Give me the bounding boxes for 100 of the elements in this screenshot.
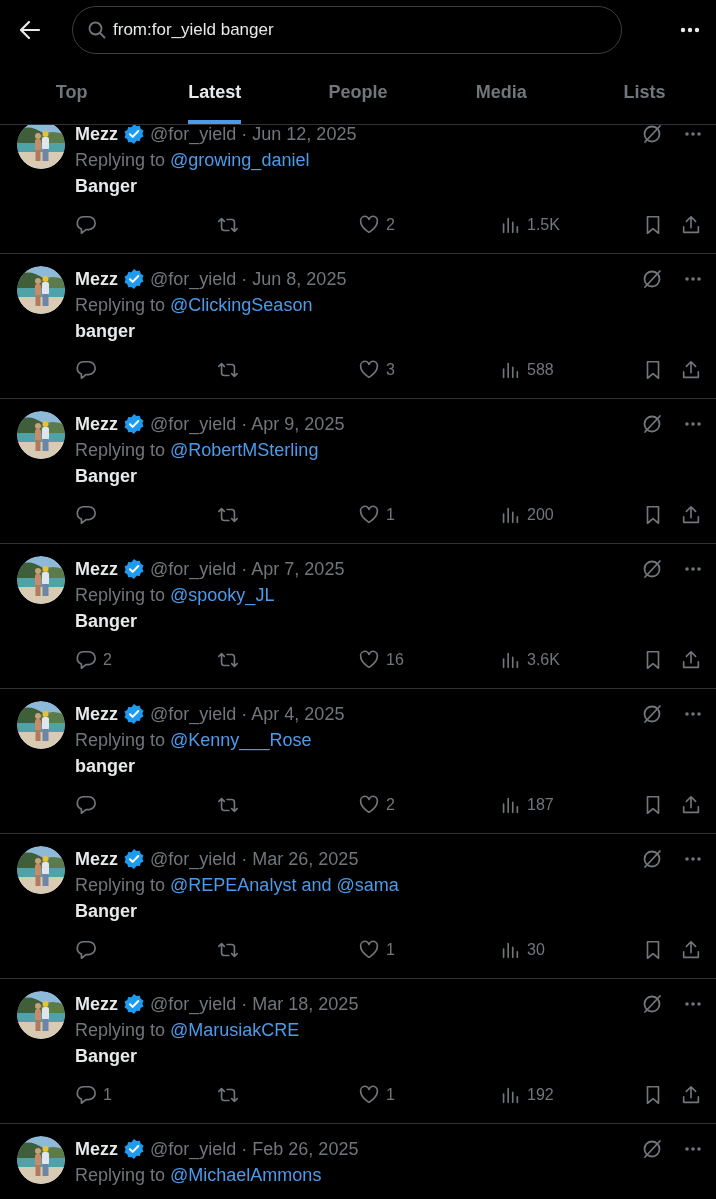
tab[interactable]: Lists: [623, 60, 666, 124]
share-icon[interactable]: [680, 214, 702, 236]
like-count: 1: [386, 941, 395, 959]
reply-icon[interactable]: [75, 214, 97, 236]
tab[interactable]: Latest: [188, 60, 242, 124]
tab[interactable]: Media: [475, 60, 527, 124]
like-count: 2: [386, 796, 395, 814]
share-icon[interactable]: [680, 649, 702, 671]
user-handle: @for_yield: [150, 268, 237, 290]
like-icon[interactable]: [358, 939, 380, 961]
like-icon[interactable]: [358, 649, 380, 671]
more-icon[interactable]: [684, 276, 702, 282]
like-icon[interactable]: [358, 504, 380, 526]
reply-count: 1: [103, 1086, 112, 1104]
user-handle: @for_yield: [150, 558, 237, 580]
user-handle: @for_yield: [150, 125, 237, 145]
like-count: 1: [386, 1086, 395, 1104]
more-icon: [680, 27, 700, 33]
user-name: Mezz: [75, 993, 118, 1015]
views-count: 3.6K: [527, 651, 560, 669]
share-icon[interactable]: [680, 504, 702, 526]
replying-label: Replying to: [75, 729, 166, 751]
more-icon[interactable]: [684, 131, 702, 137]
reply-icon[interactable]: [75, 504, 97, 526]
like-count: 16: [386, 651, 404, 669]
share-icon[interactable]: [680, 939, 702, 961]
tweet-date: · Apr 9, 2025: [241, 413, 345, 435]
reply-icon[interactable]: [75, 1084, 97, 1106]
mention-link[interactable]: @ClickingSeason: [170, 294, 313, 316]
views-count: 192: [527, 1086, 554, 1104]
tweet-date: · Mar 26, 2025: [241, 848, 359, 870]
replying-label: Replying to: [75, 149, 166, 171]
tweet-text: banger: [75, 755, 136, 778]
views-count: 30: [527, 941, 545, 959]
user-name: Mezz: [75, 558, 118, 580]
back-button[interactable]: [18, 18, 42, 42]
share-icon[interactable]: [680, 1084, 702, 1106]
replying-label: Replying to: [75, 1164, 166, 1186]
reply-icon[interactable]: [75, 794, 97, 816]
user-handle: @for_yield: [150, 703, 237, 725]
user-name: Mezz: [75, 125, 118, 145]
like-icon[interactable]: [358, 359, 380, 381]
user-handle: @for_yield: [150, 413, 237, 435]
mention-link[interactable]: @Kenny___Rose: [170, 729, 312, 751]
tweet-date: · Mar 18, 2025: [241, 993, 359, 1015]
user-name: Mezz: [75, 413, 118, 435]
views-count: 200: [527, 506, 554, 524]
mention-link[interactable]: @REPEAnalyst and @sama: [170, 874, 399, 896]
replying-label: Replying to: [75, 294, 166, 316]
tweet-date: · Apr 7, 2025: [241, 558, 345, 580]
search-field[interactable]: from:for_yield banger: [72, 6, 622, 54]
more-icon[interactable]: [684, 566, 702, 572]
more-icon[interactable]: [684, 856, 702, 862]
user-name: Mezz: [75, 703, 118, 725]
mention-link[interactable]: @RobertMSterling: [170, 439, 319, 461]
user-handle: @for_yield: [150, 993, 237, 1015]
views-count: 588: [527, 361, 554, 379]
tweet-date: · Jun 8, 2025: [241, 268, 347, 290]
reply-icon[interactable]: [75, 359, 97, 381]
more-icon[interactable]: [684, 421, 702, 427]
tweet-date: · Apr 4, 2025: [241, 703, 345, 725]
share-icon[interactable]: [680, 359, 702, 381]
user-name: Mezz: [75, 268, 118, 290]
replying-label: Replying to: [75, 1019, 166, 1041]
share-icon[interactable]: [680, 794, 702, 816]
tweet-text: Banger: [75, 175, 138, 198]
like-icon[interactable]: [358, 1084, 380, 1106]
tweet-text: Banger: [75, 610, 138, 633]
like-count: 2: [386, 216, 395, 234]
tweet-text: Banger: [75, 465, 138, 488]
tweet-text: Banger: [75, 900, 138, 923]
tweet-text: Banger: [75, 1045, 138, 1068]
views-count: 187: [527, 796, 554, 814]
like-count: 1: [386, 506, 395, 524]
user-name: Mezz: [75, 848, 118, 870]
reply-count: 2: [103, 651, 112, 669]
more-icon[interactable]: [684, 711, 702, 717]
replying-label: Replying to: [75, 584, 166, 606]
reply-icon[interactable]: [75, 649, 97, 671]
mention-link[interactable]: @MichaelAmmons: [170, 1164, 322, 1186]
back-arrow-icon: [19, 20, 41, 40]
search-icon: [88, 21, 106, 39]
tab[interactable]: People: [328, 60, 388, 124]
more-icon[interactable]: [684, 1001, 702, 1007]
mention-link[interactable]: @MarusiakCRE: [170, 1019, 300, 1041]
mention-link[interactable]: @growing_daniel: [170, 149, 310, 171]
like-count: 3: [386, 361, 395, 379]
tab[interactable]: Top: [55, 60, 88, 124]
tweet-date: · Feb 26, 2025: [241, 1138, 359, 1160]
like-icon[interactable]: [358, 214, 380, 236]
user-name: Mezz: [75, 1138, 118, 1160]
like-icon[interactable]: [358, 794, 380, 816]
mention-link[interactable]: @spooky_JL: [170, 584, 275, 606]
tweet-date: · Jun 12, 2025: [241, 125, 357, 145]
replying-label: Replying to: [75, 874, 166, 896]
tweet-text: banger: [75, 320, 136, 343]
views-count: 1.5K: [527, 216, 560, 234]
reply-icon[interactable]: [75, 939, 97, 961]
user-handle: @for_yield: [150, 1138, 237, 1160]
more-icon[interactable]: [684, 1146, 702, 1152]
